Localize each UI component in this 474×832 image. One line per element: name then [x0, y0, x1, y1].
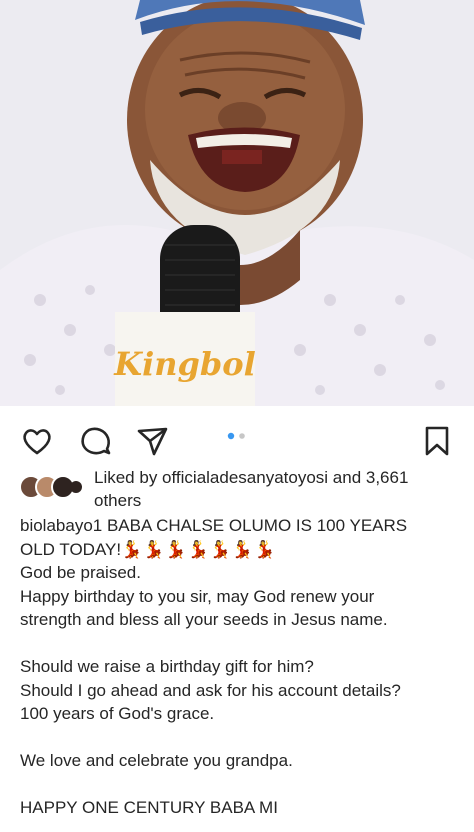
caption-line: Should we raise a birthday gift for him?: [20, 657, 314, 676]
bookmark-icon[interactable]: [420, 424, 454, 458]
carousel-dot-active: [227, 432, 235, 440]
carousel-indicator: [227, 432, 245, 440]
carousel-dot-inactive: [239, 433, 245, 439]
liked-by-text[interactable]: Liked by officialadesanyatoyosi and 3,66…: [94, 466, 464, 512]
caption-text: OLD TODAY!: [20, 539, 122, 559]
caption-line: HAPPY ONE CENTURY BABA MI: [20, 798, 278, 817]
post-photo[interactable]: Kingbol: [0, 0, 474, 406]
caption-line: We love and celebrate you grandpa.: [20, 751, 293, 770]
dancer-emojis: 💃💃💃💃💃💃💃: [121, 539, 277, 559]
caption-line: strength and bless all your seeds in Jes…: [20, 610, 388, 629]
caption-line: Should I go ahead and ask for his accoun…: [20, 680, 401, 700]
comment-icon[interactable]: [78, 424, 112, 458]
caption-line: 100 years of God's grace.: [20, 704, 215, 723]
caption-line: biolabayo1 BABA CHALSE OLUMO IS 100 YEAR…: [20, 516, 408, 535]
mic-logo: Kingbol: [113, 345, 255, 383]
caption-line: God be praised.: [20, 563, 141, 582]
liker-avatars[interactable]: [20, 474, 82, 500]
caption-line: OLD TODAY!💃💃💃💃💃💃💃: [20, 538, 460, 562]
paper-plane-icon[interactable]: [135, 424, 169, 458]
heart-icon[interactable]: [20, 424, 54, 458]
caption-line: Happy birthday to you sir, may God renew…: [20, 586, 375, 606]
liked-by-line2: others: [94, 491, 142, 510]
post-caption: biolabayo1 BABA CHALSE OLUMO IS 100 YEAR…: [20, 514, 460, 820]
elder-man-photo: Kingbol: [0, 0, 474, 406]
liked-by-line1: Liked by officialadesanyatoyosi and 3,66…: [94, 468, 409, 487]
